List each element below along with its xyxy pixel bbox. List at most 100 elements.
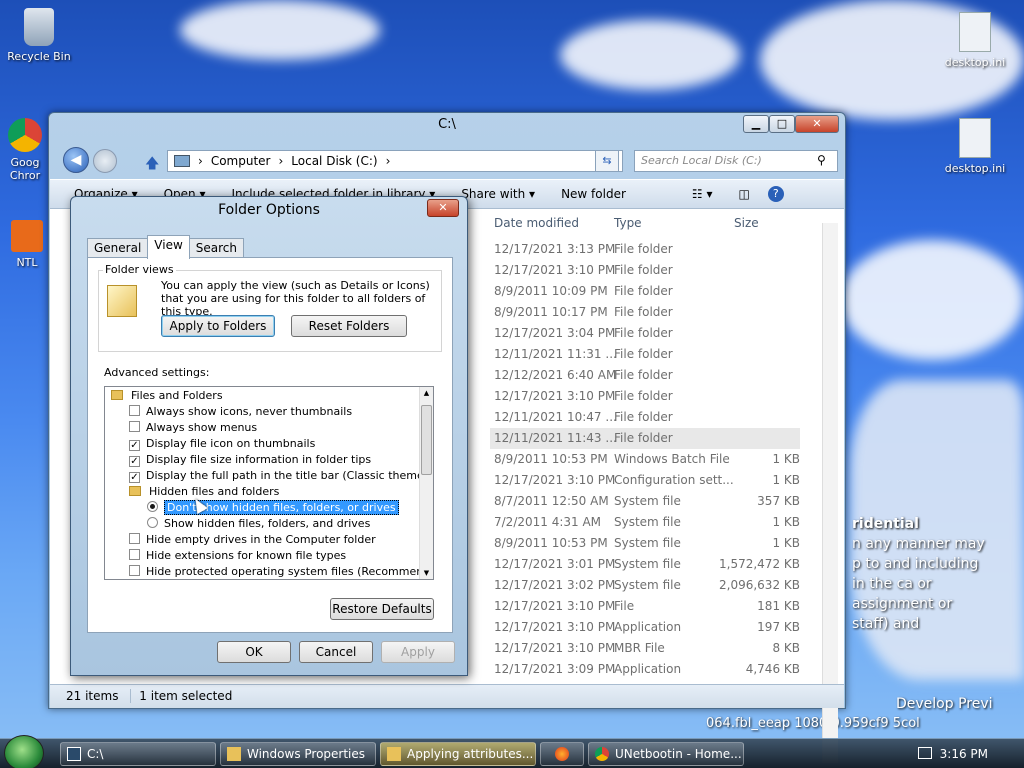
cell-size: 1 KB — [772, 452, 800, 466]
tree-item[interactable]: Files and Folders — [111, 388, 223, 404]
radio-button[interactable] — [147, 517, 158, 528]
checkbox[interactable] — [129, 405, 140, 416]
maximize-button[interactable]: □ — [769, 115, 795, 133]
preview-pane-icon[interactable]: ◫ — [739, 187, 750, 201]
taskbar-item-unetbootin[interactable]: UNetbootin - Home... — [588, 742, 744, 766]
scroll-thumb[interactable] — [421, 405, 432, 475]
tree-item[interactable]: Always show icons, never thumbnails — [129, 404, 352, 420]
table-row[interactable]: 8/9/2011 10:09 PM File folder — [490, 281, 800, 302]
tree-item[interactable]: Hidden files and folders — [129, 484, 279, 500]
tree-item[interactable]: Always show menus — [129, 420, 257, 436]
share-with-menu[interactable]: Share with ▾ — [461, 187, 535, 201]
up-arrow-icon[interactable]: 🡅 — [145, 153, 159, 177]
restore-defaults-button[interactable]: Restore Defaults — [330, 598, 434, 620]
scroll-down-arrow-icon[interactable]: ▼ — [420, 567, 433, 579]
cell-date: 12/17/2021 3:10 PM — [494, 473, 616, 487]
start-button[interactable] — [4, 735, 44, 768]
ok-button[interactable]: OK — [217, 641, 291, 663]
table-row[interactable]: 12/17/2021 3:01 PM System file 1,572,472 K… — [490, 554, 800, 575]
tree-item-label: Hide empty drives in the Computer folder — [146, 533, 376, 546]
desktop-icon-desktop-ini-2[interactable]: desktop.ini — [940, 118, 1010, 175]
forward-button[interactable] — [93, 149, 117, 173]
table-row[interactable]: 8/7/2011 12:50 AM System file 357 KB — [490, 491, 800, 512]
taskbar-item-firefox[interactable] — [540, 742, 584, 766]
tree-item[interactable]: Hide extensions for known file types — [129, 548, 346, 564]
taskbar-item-windows-properties[interactable]: Windows Properties — [220, 742, 376, 766]
table-row[interactable]: 12/11/2021 11:31 ... File folder — [490, 344, 800, 365]
checkbox[interactable]: ✓ — [129, 472, 140, 483]
help-icon[interactable]: ? — [767, 186, 784, 202]
tree-scrollbar[interactable]: ▲ ▼ — [419, 387, 433, 579]
table-row[interactable]: 12/17/2021 3:10 PM File 181 KB — [490, 596, 800, 617]
table-row[interactable]: 12/11/2021 11:43 ... File folder — [490, 428, 800, 449]
tab-general[interactable]: General — [87, 238, 149, 258]
chevron-right-icon[interactable]: › — [278, 154, 283, 168]
tree-item[interactable]: Show hidden files, folders, and drives — [147, 516, 370, 532]
table-row[interactable]: 12/17/2021 3:09 PM Application 4,746 KB — [490, 659, 800, 680]
checkbox[interactable] — [129, 565, 140, 576]
dialog-close-button[interactable]: ✕ — [427, 199, 459, 217]
tab-search[interactable]: Search — [188, 238, 245, 258]
address-bar[interactable]: › Computer › Local Disk (C:) › ▼ — [167, 150, 623, 172]
taskbar-item-explorer[interactable]: C:\ — [60, 742, 216, 766]
desktop-icon-chrome[interactable]: Goog Chror — [0, 118, 50, 182]
tree-item[interactable]: Don't show hidden files, folders, or dri… — [147, 500, 399, 516]
desktop-icon-label: desktop.ini — [944, 162, 1006, 175]
checkbox[interactable] — [129, 533, 140, 544]
table-row[interactable]: 12/12/2021 6:40 AM File folder — [490, 365, 800, 386]
table-row[interactable]: 12/17/2021 3:10 PM MBR File 8 KB — [490, 638, 800, 659]
table-row[interactable]: 12/17/2021 3:10 PM File folder — [490, 260, 800, 281]
back-button[interactable]: ◀ — [63, 147, 89, 173]
folder-options-dialog[interactable]: Folder Options ✕ General View Search Fol… — [70, 196, 468, 676]
chevron-right-icon[interactable]: › — [386, 154, 391, 168]
column-header-type[interactable]: Type — [614, 209, 642, 237]
checkbox[interactable]: ✓ — [129, 440, 140, 451]
advanced-settings-tree[interactable]: Files and Folders Always show icons, neve… — [104, 386, 434, 580]
breadcrumb-computer[interactable]: Computer — [211, 154, 271, 168]
cell-size: 1,572,472 KB — [719, 557, 800, 571]
table-row[interactable]: 12/17/2021 3:02 PM System file 2,096,632 K… — [490, 575, 800, 596]
desktop-icon-desktop-ini-1[interactable]: desktop.ini — [940, 12, 1010, 69]
table-row[interactable]: 12/17/2021 3:10 PM File folder — [490, 386, 800, 407]
taskbar-item-applying-attributes[interactable]: Applying attributes... — [380, 742, 536, 766]
table-row[interactable]: 12/11/2021 10:47 ... File folder — [490, 407, 800, 428]
checkbox[interactable] — [129, 549, 140, 560]
checkbox[interactable] — [129, 421, 140, 432]
table-row[interactable]: 8/9/2011 10:53 PM Windows Batch File 1 KB — [490, 449, 800, 470]
cancel-button[interactable]: Cancel — [299, 641, 373, 663]
vertical-scrollbar[interactable] — [822, 223, 838, 763]
desktop-icon-ntl[interactable]: NTL — [4, 220, 50, 269]
refresh-button[interactable]: ⇆ — [595, 150, 619, 172]
new-folder-button[interactable]: New folder — [561, 187, 626, 201]
tree-item[interactable]: ✓ Display file icon on thumbnails — [129, 436, 315, 452]
minimize-button[interactable]: ▁ — [743, 115, 769, 133]
apply-button[interactable]: Apply — [381, 641, 455, 663]
tree-item[interactable]: ✓ Display file size information in folder… — [129, 452, 371, 468]
clock[interactable]: 3:16 PM — [940, 739, 988, 768]
tree-item[interactable]: Hide empty drives in the Computer folder — [129, 532, 376, 548]
network-tray-icon[interactable] — [918, 747, 932, 759]
close-button[interactable]: ✕ — [795, 115, 839, 133]
scroll-up-arrow-icon[interactable]: ▲ — [420, 387, 433, 399]
table-row[interactable]: 12/17/2021 3:10 PM Application 197 KB — [490, 617, 800, 638]
search-input[interactable]: Search Local Disk (C:) — [634, 150, 838, 172]
apply-to-folders-button[interactable]: Apply to Folders — [161, 315, 275, 337]
reset-folders-button[interactable]: Reset Folders — [291, 315, 407, 337]
table-row[interactable]: 12/17/2021 3:13 PM File folder — [490, 239, 800, 260]
tree-item[interactable]: ✓ Display the full path in the title bar … — [129, 468, 433, 484]
table-row[interactable]: 12/17/2021 3:10 PM Configuration sett... 1… — [490, 470, 800, 491]
table-row[interactable]: 12/17/2021 3:04 PM File folder — [490, 323, 800, 344]
column-header-date[interactable]: Date modified — [494, 209, 579, 237]
table-row[interactable]: 8/9/2011 10:17 PM File folder — [490, 302, 800, 323]
breadcrumb-local-disk[interactable]: Local Disk (C:) — [291, 154, 377, 168]
radio-button[interactable] — [147, 501, 158, 512]
column-header-size[interactable]: Size — [734, 209, 759, 237]
table-row[interactable]: 8/9/2011 10:53 PM System file 1 KB — [490, 533, 800, 554]
tab-view[interactable]: View — [147, 235, 190, 259]
tree-item[interactable]: Hide protected operating system files (R… — [129, 564, 433, 579]
view-options-icon[interactable]: ☷ ▾ — [692, 187, 713, 201]
checkbox[interactable]: ✓ — [129, 456, 140, 467]
desktop-icon-recycle-bin[interactable]: Recycle Bin — [4, 8, 74, 63]
table-row[interactable]: 7/2/2011 4:31 AM System file 1 KB — [490, 512, 800, 533]
wallpaper-text-line: assignment or — [852, 596, 953, 612]
